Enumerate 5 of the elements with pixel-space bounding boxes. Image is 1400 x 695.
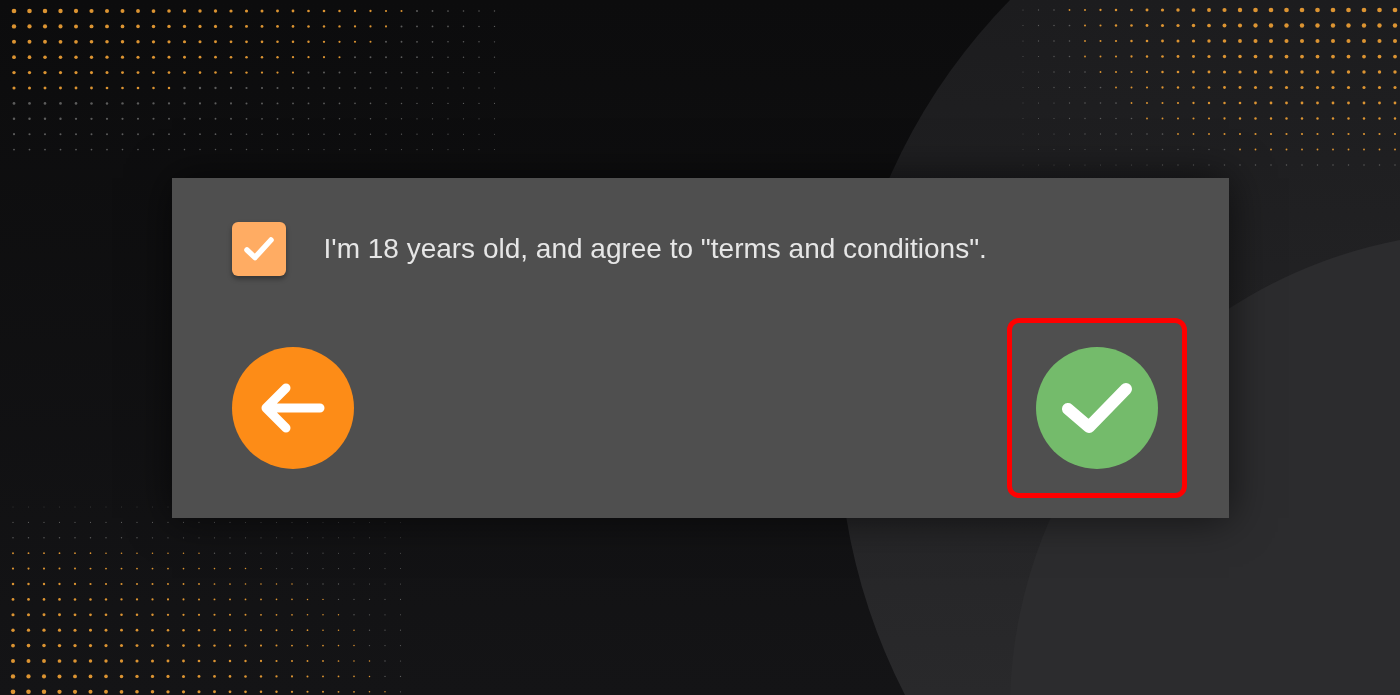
checkmark-icon (242, 235, 275, 262)
checkmark-icon (1060, 380, 1133, 435)
checkbox[interactable] (231, 221, 286, 276)
agreement-label: I'm 18 years old, and agree to "terms and conditions". (323, 232, 987, 265)
arrow-left-icon (260, 382, 325, 433)
